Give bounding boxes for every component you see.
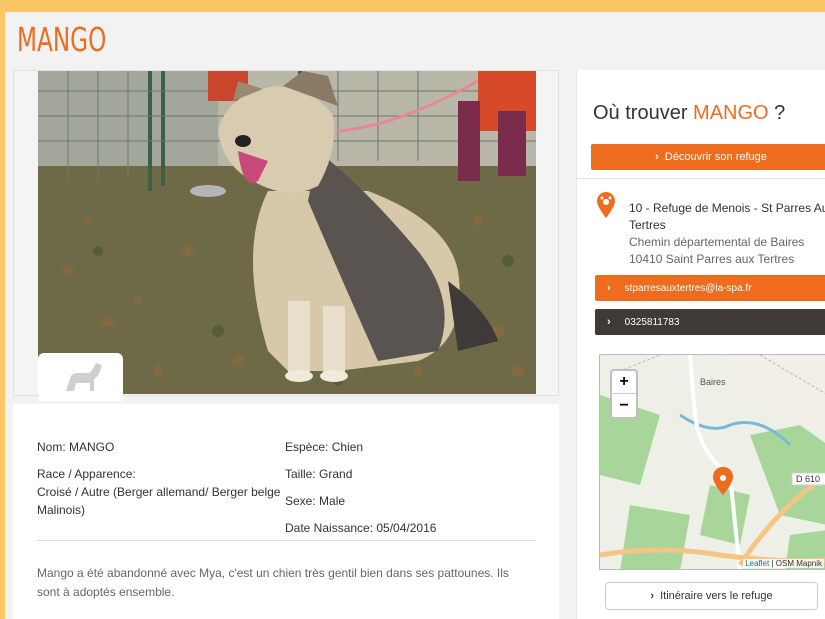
sex-field: Sexe: Male	[285, 494, 346, 508]
animal-description: Mango a été abandonné avec Mya, c'est un…	[37, 564, 537, 602]
map-zoom-control: + −	[610, 369, 638, 419]
page-title: MANGO	[17, 20, 107, 59]
place-label: Baires	[700, 377, 726, 387]
description-line: sont à adoptés ensemble.	[37, 585, 175, 599]
chevron-right-icon: ›	[650, 590, 655, 602]
chevron-right-icon: ›	[607, 316, 611, 328]
refuge-name-cont: Tertres	[629, 218, 666, 232]
refuge-city: 10410 Saint Parres aux Tertres	[629, 252, 795, 266]
discover-refuge-label: Découvrir son refuge	[664, 151, 767, 163]
zoom-out-button[interactable]: −	[612, 394, 636, 417]
zoom-in-button[interactable]: +	[612, 371, 636, 394]
map-pin-icon	[597, 192, 615, 218]
race-label: Race / Apparence:	[37, 467, 136, 481]
thumbnail[interactable]	[38, 353, 123, 401]
discover-refuge-button[interactable]: › Découvrir son refuge	[591, 144, 825, 170]
refuge-map[interactable]: Baires D 610 + − Leaflet | OSM Mapnik	[599, 354, 825, 570]
page: MANGO Nom: MANGO Race / Apparence: Crois…	[0, 12, 825, 619]
where-title: Où trouver MANGO ?	[593, 102, 785, 125]
dog-placeholder-icon	[66, 363, 102, 391]
refuge-address: Chemin départemental de Baires	[629, 235, 805, 249]
birthdate-field: Date Naissance: 05/04/2016	[285, 521, 437, 535]
chevron-right-icon: ›	[607, 282, 611, 294]
chevron-right-icon: ›	[655, 151, 659, 163]
map-attribution: Leaflet | OSM Mapnik	[743, 559, 824, 568]
email-button[interactable]: › stparresauxtertres@la-spa.fr	[595, 275, 825, 301]
where-title-name: MANGO	[693, 102, 769, 124]
email-label: stparresauxtertres@la-spa.fr	[624, 282, 752, 294]
road-label: D 610	[796, 474, 821, 484]
race-value: Croisé / Autre (Berger allemand/ Berger …	[37, 485, 281, 499]
phone-label: 0325811783	[624, 316, 680, 328]
description-line: Mango a été abandonné avec Mya, c'est un…	[37, 566, 509, 580]
photo-gallery	[13, 70, 559, 401]
species-field: Espèce: Chien	[285, 440, 364, 454]
size-field: Taille: Grand	[285, 467, 353, 481]
divider	[37, 540, 535, 541]
where-title-suffix: ?	[768, 102, 786, 124]
race-value-cont: Malinois)	[37, 503, 86, 517]
route-button[interactable]: › Itinéraire vers le refuge	[605, 582, 818, 610]
osm-attribution: | OSM Mapnik	[769, 559, 822, 568]
refuge-info: 10 - Refuge de Menois - St Parres Aux Te…	[629, 200, 825, 268]
route-label: Itinéraire vers le refuge	[660, 590, 773, 602]
leaflet-link[interactable]: Leaflet	[745, 559, 769, 568]
refuge-name: 10 - Refuge de Menois - St Parres Aux	[629, 201, 825, 215]
phone-button[interactable]: › 0325811783	[595, 309, 825, 335]
separator	[577, 178, 825, 179]
where-title-prefix: Où trouver	[593, 102, 694, 124]
animal-column: Nom: MANGO Race / Apparence: Croisé / Au…	[13, 70, 559, 619]
dog-photo[interactable]	[38, 71, 536, 394]
name-field: Nom: MANGO	[37, 440, 115, 454]
refuge-sidebar: Où trouver MANGO ? › Découvrir son refug…	[576, 70, 825, 619]
